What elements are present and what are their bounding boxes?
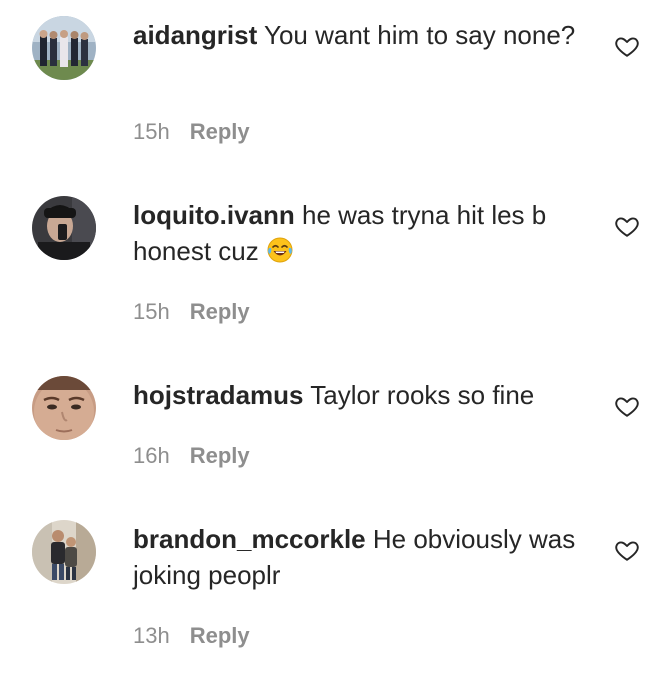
comment-time: 16h: [133, 443, 170, 468]
tears-of-joy-emoji: [266, 236, 294, 264]
comment-body: You want him to say none?: [264, 20, 576, 50]
comment-meta: 15h Reply: [133, 299, 250, 325]
comment-meta: 15h Reply: [133, 119, 250, 145]
comment-body: Taylor rooks so fine: [310, 380, 535, 410]
heart-outline-icon[interactable]: [614, 33, 640, 59]
avatar[interactable]: [32, 520, 96, 584]
reply-button[interactable]: Reply: [190, 119, 250, 144]
heart-outline-icon[interactable]: [614, 537, 640, 563]
comment-time: 15h: [133, 299, 170, 324]
comment-username[interactable]: hojstradamus: [133, 380, 304, 410]
comment-text: aidangrist You want him to say none?: [133, 17, 583, 53]
comment-username[interactable]: aidangrist: [133, 20, 257, 50]
reply-button[interactable]: Reply: [190, 623, 250, 648]
comment-meta: 13h Reply: [133, 623, 250, 649]
comment-text: loquito.ivann he was tryna hit les b hon…: [133, 197, 583, 269]
comment-text: brandon_mccorkle He obviously was joking…: [133, 521, 583, 593]
comment-text: hojstradamus Taylor rooks so fine: [133, 377, 583, 413]
reply-button[interactable]: Reply: [190, 443, 250, 468]
comment-meta: 16h Reply: [133, 443, 250, 469]
heart-outline-icon[interactable]: [614, 213, 640, 239]
comment-time: 13h: [133, 623, 170, 648]
comment-username[interactable]: brandon_mccorkle: [133, 524, 366, 554]
avatar[interactable]: [32, 16, 96, 80]
heart-outline-icon[interactable]: [614, 393, 640, 419]
avatar[interactable]: [32, 376, 96, 440]
comment-time: 15h: [133, 119, 170, 144]
reply-button[interactable]: Reply: [190, 299, 250, 324]
comment-username[interactable]: loquito.ivann: [133, 200, 295, 230]
avatar[interactable]: [32, 196, 96, 260]
